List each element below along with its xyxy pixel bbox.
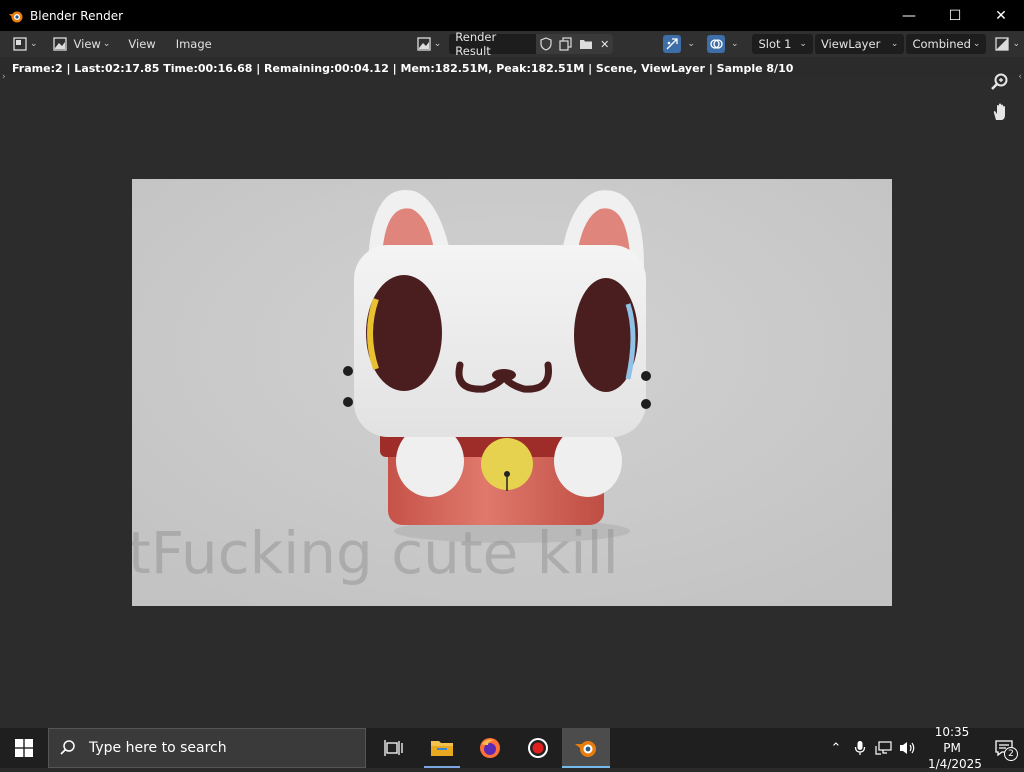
task-view-icon [384, 740, 403, 756]
close-button[interactable]: ✕ [978, 0, 1024, 31]
taskbar-search-box[interactable]: Type here to search [48, 728, 366, 768]
task-view-button[interactable] [370, 728, 418, 768]
image-view-icon [52, 36, 68, 52]
blender-logo-icon [8, 8, 24, 24]
sidebar-expand-icon[interactable]: ‹ [1018, 72, 1022, 82]
start-button[interactable] [0, 728, 48, 768]
speaker-icon [900, 742, 915, 754]
taskbar-blender[interactable] [562, 728, 610, 768]
render-status-line: Frame:2 | Last:02:17.85 Time:00:16.68 | … [0, 58, 1024, 78]
taskbar-firefox[interactable] [466, 728, 514, 768]
image-menu[interactable]: Image [172, 34, 216, 54]
image-browse-icon [416, 36, 432, 52]
render-pass-label: Combined [912, 37, 971, 51]
folder-icon [580, 40, 593, 49]
chevron-up-icon: ⌃ [830, 740, 842, 756]
chevron-down-icon: ⌄ [102, 39, 111, 49]
window-titlebar: Blender Render — ☐ ✕ [0, 0, 1024, 31]
maximize-icon: ☐ [948, 7, 962, 24]
windows-taskbar: Type here to search ⌃ 10:35 PM 1/4/2025 [0, 725, 1024, 771]
search-icon [60, 740, 75, 755]
chevron-down-icon: ⌄ [972, 39, 981, 49]
pan-button[interactable] [986, 98, 1014, 126]
folder-icon [431, 741, 453, 756]
open-image-button[interactable] [576, 34, 597, 54]
duplicate-icon [559, 37, 572, 51]
window-title: Blender Render [30, 8, 124, 23]
overlay-dropdown[interactable]: ⌄ [703, 34, 743, 54]
windows-logo-icon [15, 739, 33, 757]
view-layer-label: ViewLayer [820, 37, 881, 51]
chevron-down-icon: ⌄ [730, 39, 739, 49]
image-editor-header: ⌄ View ⌄ View Image ⌄ Render Result ✕ ⌄ [0, 30, 1024, 58]
taskbar-clock[interactable]: 10:35 PM 1/4/2025 [920, 724, 984, 772]
overlay-icon [706, 35, 725, 53]
image-menu-label: Image [175, 37, 212, 51]
maximize-button[interactable]: ☐ [932, 0, 978, 31]
toolbar-expand-icon[interactable]: › [2, 72, 6, 82]
browse-image-dropdown[interactable]: ⌄ [412, 34, 446, 54]
firefox-icon [480, 738, 500, 758]
view-mode-label: View [73, 37, 101, 51]
shield-icon [540, 37, 552, 51]
chevron-down-icon: ⌄ [433, 39, 442, 49]
show-hidden-icons-button[interactable]: ⌃ [824, 728, 848, 768]
view-layer-dropdown[interactable]: ViewLayer ⌄ [814, 34, 905, 54]
minimize-button[interactable]: — [886, 0, 932, 31]
view-mode-dropdown[interactable]: View ⌄ [48, 34, 115, 54]
render-result-image: tFucking cute kill [132, 179, 892, 606]
hand-icon [993, 103, 1005, 120]
taskbar-screen-recorder[interactable] [514, 728, 562, 768]
blender-logo-icon [575, 741, 596, 757]
slot-label: Slot 1 [758, 37, 792, 51]
zoom-icon [991, 73, 1008, 90]
slot-dropdown[interactable]: Slot 1 ⌄ [752, 34, 813, 54]
record-icon [528, 738, 548, 758]
volume-button[interactable] [896, 728, 920, 768]
x-icon: ✕ [600, 37, 610, 51]
clock-date: 1/4/2025 [928, 757, 982, 771]
microphone-icon [854, 741, 866, 755]
image-name-group: Render Result ✕ [449, 30, 614, 58]
fake-user-button[interactable] [536, 34, 557, 54]
search-placeholder: Type here to search [89, 740, 227, 756]
unlink-image-button[interactable]: ✕ [596, 34, 614, 54]
network-icon [875, 741, 892, 755]
uv-sync-dropdown[interactable]: ⌄ [659, 34, 699, 54]
chevron-down-icon: ⌄ [799, 39, 807, 49]
chevron-down-icon: ⌄ [30, 39, 38, 49]
render-pass-dropdown[interactable]: Combined ⌄ [906, 34, 987, 54]
chevron-down-icon: ⌄ [687, 39, 695, 49]
microphone-button[interactable] [848, 728, 872, 768]
minimize-icon: — [902, 7, 916, 24]
navigation-gizmos [986, 68, 1014, 128]
notification-center-button[interactable]: 2 [984, 728, 1024, 768]
render-watermark-text: tFucking cute kill [132, 519, 619, 587]
chevron-down-icon: ⌄ [890, 39, 899, 49]
view-menu-label: View [128, 37, 156, 51]
view-menu[interactable]: View [124, 34, 159, 54]
notification-count-badge: 2 [1004, 747, 1018, 761]
display-channels-dropdown[interactable]: ⌄ [990, 34, 1024, 54]
editor-type-dropdown[interactable]: ⌄ [8, 34, 42, 54]
clock-time: 10:35 PM [934, 725, 970, 755]
network-button[interactable] [872, 728, 896, 768]
duplicate-image-button[interactable] [556, 34, 577, 54]
color-alpha-icon [994, 36, 1010, 52]
taskbar-file-explorer[interactable] [418, 728, 466, 768]
uv-sync-icon [663, 35, 682, 53]
image-name-field[interactable]: Render Result [449, 30, 536, 58]
close-icon: ✕ [995, 7, 1007, 24]
chevron-down-icon: ⌄ [1012, 39, 1020, 49]
system-tray: ⌃ 10:35 PM 1/4/2025 2 [824, 725, 1024, 771]
zoom-button[interactable] [986, 68, 1014, 96]
image-editor-icon [12, 36, 28, 52]
